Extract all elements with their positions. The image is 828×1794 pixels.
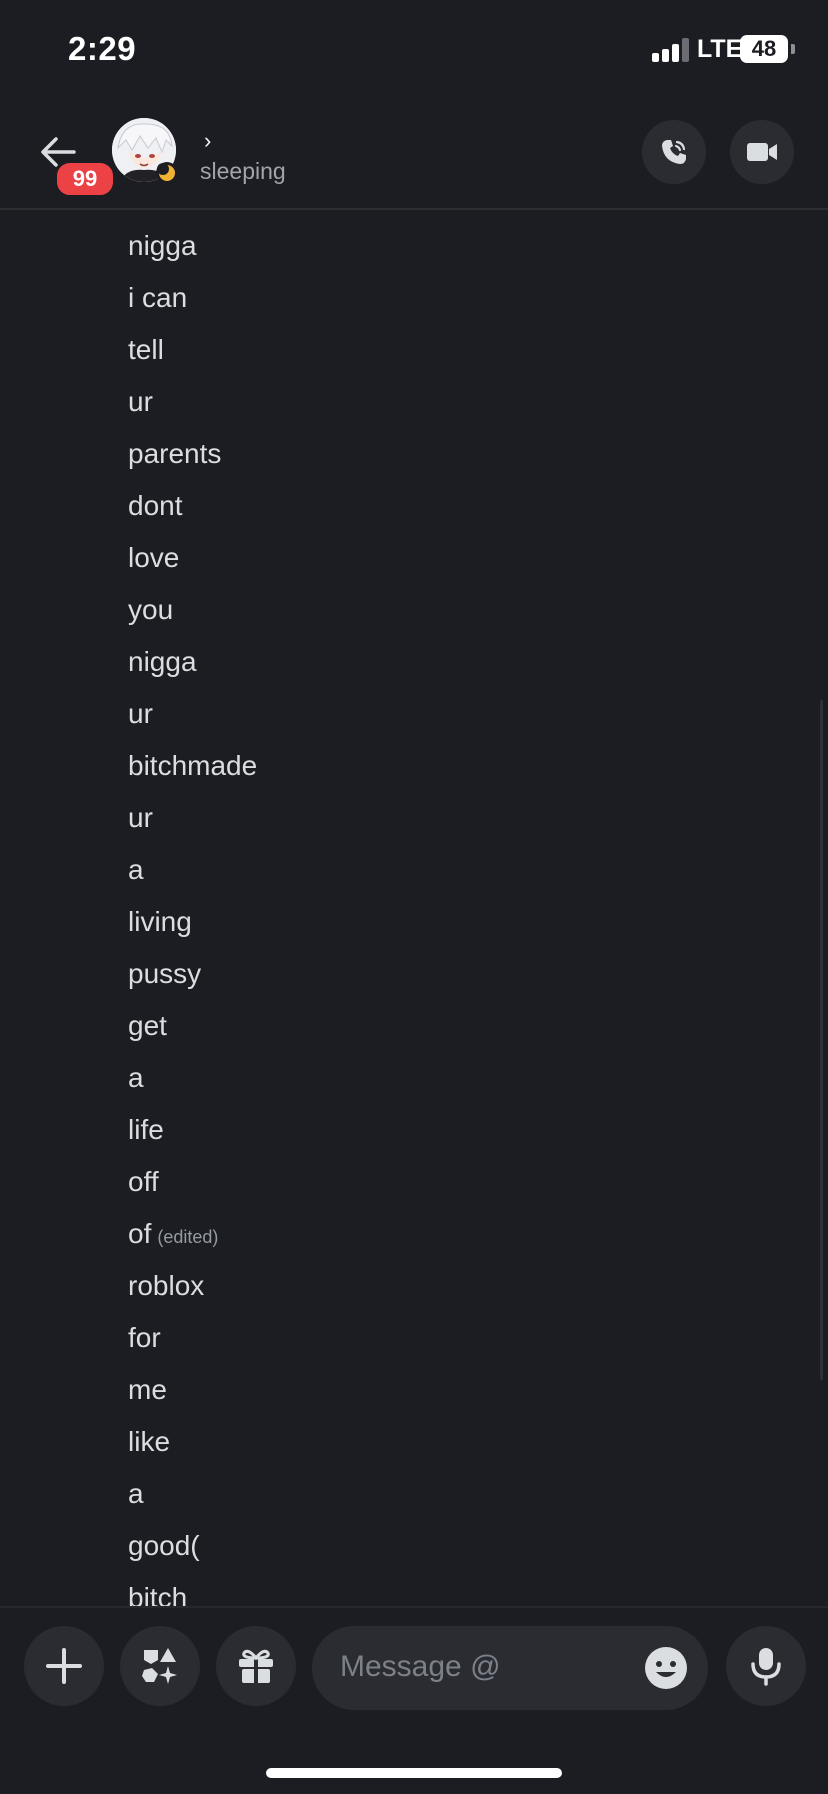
message[interactable]: like <box>128 1426 170 1458</box>
emoji-button[interactable] <box>644 1646 688 1690</box>
add-attachment-button[interactable] <box>24 1626 104 1706</box>
message[interactable]: dont <box>128 490 183 522</box>
message-list[interactable]: nigga i can tell ur parents dont love yo… <box>0 210 828 1606</box>
dm-status: sleeping <box>200 158 286 184</box>
message-input[interactable]: Message @ <box>312 1626 708 1710</box>
idle-status-icon <box>156 162 178 184</box>
message[interactable]: off <box>128 1166 159 1198</box>
message[interactable]: nigga <box>128 230 197 262</box>
message[interactable]: nigga <box>128 646 197 678</box>
unread-badge: 99 <box>54 160 116 198</box>
message[interactable]: me <box>128 1374 167 1406</box>
message[interactable]: love <box>128 542 179 574</box>
voice-call-button[interactable] <box>642 120 706 184</box>
battery-tip <box>791 44 795 54</box>
message[interactable]: i can <box>128 282 187 314</box>
message[interactable]: get <box>128 1010 167 1042</box>
chevron-right-icon: › <box>204 128 212 153</box>
emoji-icon <box>645 1647 687 1689</box>
signal-icon <box>652 38 696 62</box>
status-bar: 2:29 LTE 48 <box>0 0 828 100</box>
message[interactable]: a <box>128 1062 144 1094</box>
message[interactable]: ur <box>128 802 153 834</box>
video-call-button[interactable] <box>730 120 794 184</box>
dm-name-button[interactable]: › <box>200 128 211 154</box>
battery-icon: 48 <box>740 35 788 63</box>
dm-header: 99 › sleeping <box>0 100 828 210</box>
message[interactable]: living <box>128 906 192 938</box>
message[interactable]: bitch <box>128 1582 187 1606</box>
message[interactable]: pussy <box>128 958 201 990</box>
message-placeholder: Message @ <box>340 1650 501 1683</box>
voice-message-button[interactable] <box>726 1626 806 1706</box>
scrollbar[interactable] <box>820 700 823 1380</box>
message[interactable]: ur <box>128 386 153 418</box>
apps-button[interactable] <box>120 1626 200 1706</box>
apps-icon <box>142 1648 177 1684</box>
message[interactable]: tell <box>128 334 164 366</box>
phone-icon <box>662 140 686 164</box>
message[interactable]: parents <box>128 438 221 470</box>
message-composer: Message @ <box>0 1606 828 1794</box>
message[interactable]: ur <box>128 698 153 730</box>
message[interactable]: a <box>128 854 144 886</box>
message[interactable]: of (edited) <box>128 1218 218 1250</box>
clock: 2:29 <box>68 30 137 67</box>
message[interactable]: life <box>128 1114 164 1146</box>
plus-icon <box>46 1648 82 1684</box>
gift-button[interactable] <box>216 1626 296 1706</box>
video-camera-icon <box>747 143 777 161</box>
network-type: LTE <box>697 35 743 63</box>
home-indicator[interactable] <box>266 1768 562 1778</box>
message[interactable]: for <box>128 1322 161 1354</box>
message[interactable]: a <box>128 1478 144 1510</box>
message[interactable]: good( <box>128 1530 200 1562</box>
message[interactable]: bitchmade <box>128 750 257 782</box>
microphone-icon <box>751 1648 781 1686</box>
gift-icon <box>239 1649 273 1683</box>
message[interactable]: roblox <box>128 1270 204 1302</box>
edited-label: (edited) <box>157 1227 219 1247</box>
message[interactable]: you <box>128 594 173 626</box>
